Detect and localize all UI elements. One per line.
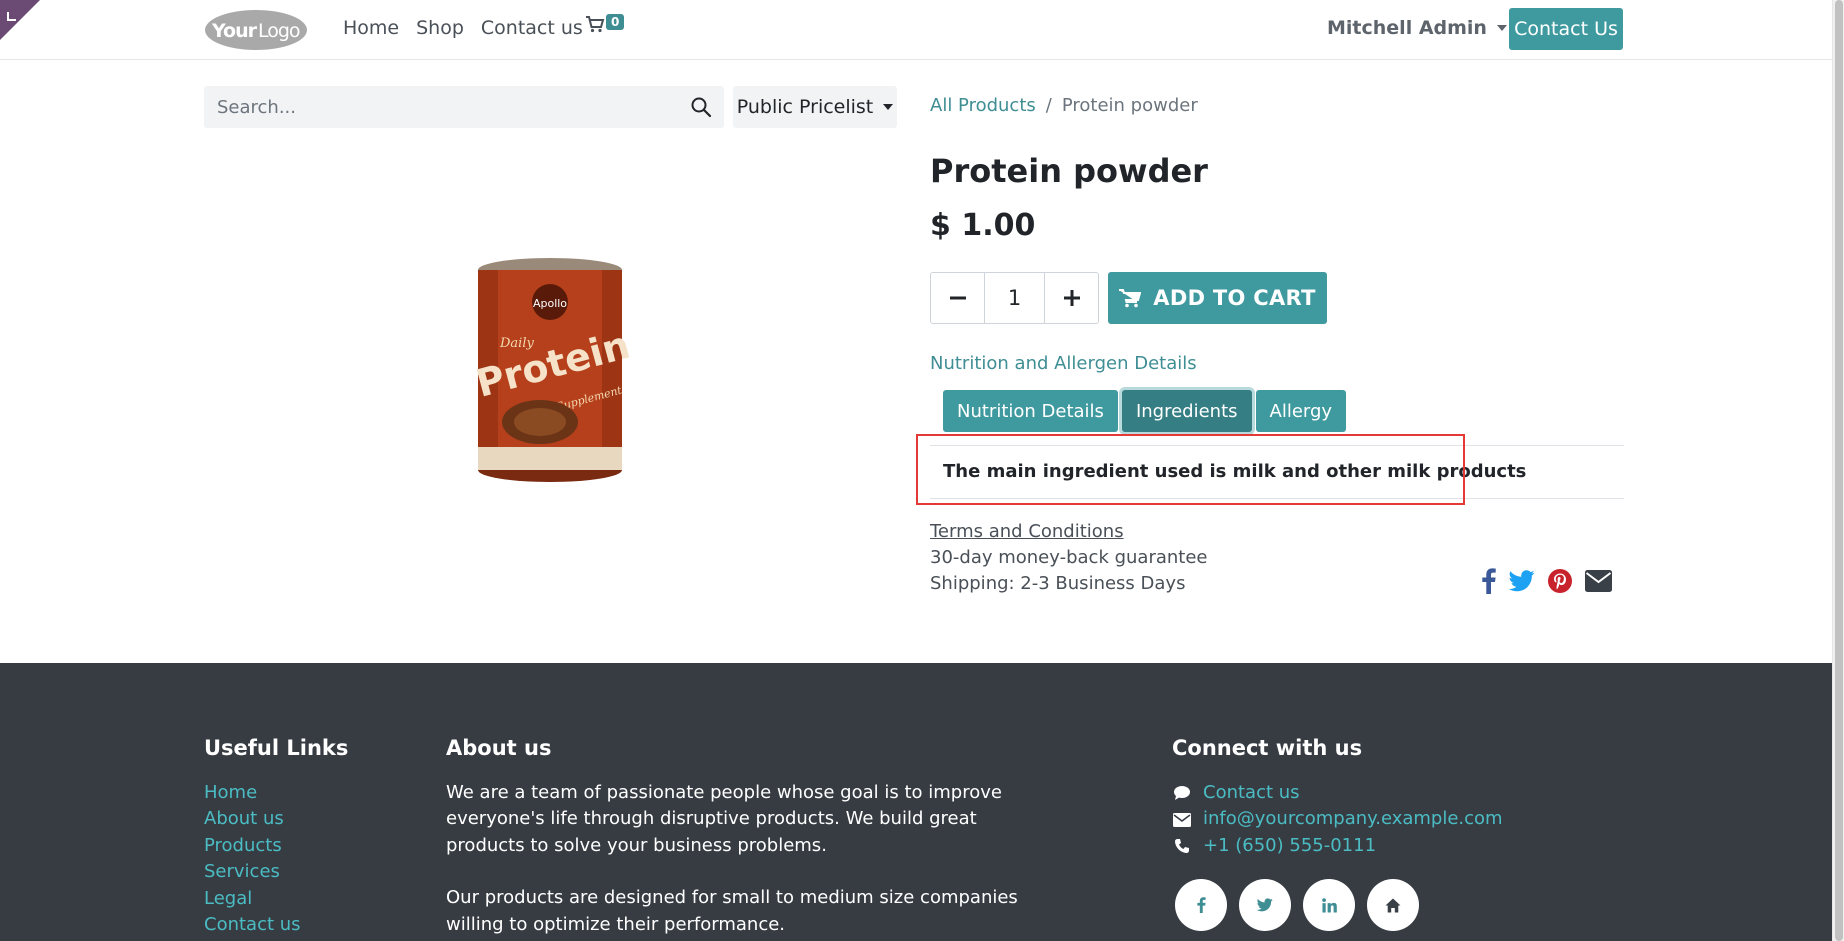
about-title: About us: [446, 736, 552, 760]
facebook-icon[interactable]: [1482, 568, 1496, 594]
your-logo[interactable]: Your Logo: [204, 9, 309, 51]
plus-icon: [1063, 290, 1080, 306]
breadcrumb-all-products[interactable]: All Products: [930, 95, 1036, 116]
footer-link-services[interactable]: Services: [204, 859, 301, 885]
linkedin-social-button[interactable]: [1303, 879, 1355, 931]
search-input[interactable]: [204, 86, 674, 128]
envelope-icon: [1172, 812, 1191, 827]
share-icons: [1482, 568, 1612, 594]
footer-link-home[interactable]: Home: [204, 780, 301, 806]
quantity-stepper: 1: [930, 272, 1099, 324]
connect-title: Connect with us: [1172, 736, 1363, 760]
breadcrumb-current: Protein powder: [1061, 95, 1198, 116]
cart-count-badge: 0: [606, 14, 625, 30]
nav-contact-us[interactable]: Contact us: [481, 17, 583, 39]
product-price: $ 1.00: [930, 208, 1036, 243]
user-name: Mitchell Admin: [1327, 17, 1487, 39]
twitter-icon[interactable]: [1509, 570, 1535, 592]
footer-link-about-us[interactable]: About us: [204, 806, 301, 832]
product-title: Protein powder: [930, 152, 1208, 190]
connect-contact-link[interactable]: Contact us: [1203, 780, 1300, 806]
about-paragraph-2: Our products are designed for small to m…: [446, 887, 1018, 935]
connect-email-link[interactable]: info@yourcompany.example.com: [1203, 806, 1503, 832]
pricelist-dropdown[interactable]: Public Pricelist: [733, 86, 897, 128]
site-footer: Useful Links Home About us Products Serv…: [0, 663, 1832, 941]
breadcrumb-separator: /: [1045, 95, 1052, 116]
terms-link[interactable]: Terms and Conditions: [930, 519, 1208, 545]
footer-link-products[interactable]: Products: [204, 833, 301, 859]
tab-ingredients[interactable]: Ingredients: [1121, 390, 1252, 432]
breadcrumb: All Products / Protein powder: [930, 95, 1198, 116]
nutrition-section-title: Nutrition and Allergen Details: [930, 353, 1197, 374]
connect-list: Contact us info@yourcompany.example.com …: [1172, 780, 1503, 859]
cart-icon: [1119, 289, 1142, 308]
twitter-social-button[interactable]: [1239, 879, 1291, 931]
pinterest-icon[interactable]: [1548, 569, 1572, 593]
cart-icon[interactable]: [585, 14, 605, 34]
connect-phone-link[interactable]: +1 (650) 555-0111: [1203, 833, 1376, 859]
envelope-icon[interactable]: [1585, 570, 1612, 592]
twitter-icon: [1257, 898, 1273, 912]
main-nav: Home Shop Contact us: [343, 17, 600, 39]
useful-links-title: Useful Links: [204, 736, 349, 760]
terms-block: Terms and Conditions 30-day money-back g…: [930, 519, 1208, 597]
shipping-text: Shipping: 2-3 Business Days: [930, 573, 1186, 594]
product-search: [204, 86, 724, 128]
home-icon: [1385, 898, 1401, 912]
linkedin-icon: [1321, 897, 1337, 913]
social-buttons: [1175, 879, 1419, 931]
site-header: Your Logo Home Shop Contact us 0 Mitchel…: [0, 0, 1832, 60]
pricelist-label: Public Pricelist: [736, 96, 874, 118]
facebook-icon: [1196, 897, 1206, 913]
guarantee-text: 30-day money-back guarantee: [930, 547, 1208, 568]
minus-icon: [949, 296, 966, 300]
svg-text:Your: Your: [211, 20, 258, 42]
useful-links-list: Home About us Products Services Legal Co…: [204, 780, 301, 938]
svg-text:Apollo: Apollo: [533, 297, 567, 310]
svg-text:Logo: Logo: [258, 20, 300, 42]
add-to-cart-label: ADD TO CART: [1153, 286, 1316, 310]
about-paragraph-1: We are a team of passionate people whose…: [446, 782, 1002, 856]
user-menu[interactable]: Mitchell Admin: [1327, 17, 1507, 39]
nav-shop[interactable]: Shop: [416, 17, 464, 39]
footer-link-legal[interactable]: Legal: [204, 886, 301, 912]
comment-icon: [1172, 785, 1191, 801]
increase-quantity-button[interactable]: [1045, 273, 1098, 323]
about-text: We are a team of passionate people whose…: [446, 780, 1026, 938]
page-scrollbar[interactable]: [1832, 0, 1844, 941]
highlight-box: [916, 434, 1465, 505]
quantity-input[interactable]: 1: [984, 273, 1045, 323]
chevron-down-icon: [883, 104, 894, 110]
nav-home[interactable]: Home: [343, 17, 399, 39]
phone-icon: [1172, 838, 1191, 854]
tab-nutrition-details[interactable]: Nutrition Details: [943, 390, 1118, 432]
facebook-social-button[interactable]: [1175, 879, 1227, 931]
details-tabs: Nutrition Details Ingredients Allergy: [943, 390, 1347, 432]
search-icon[interactable]: [690, 96, 712, 118]
footer-link-contact-us[interactable]: Contact us: [204, 912, 301, 938]
chevron-down-icon: [1496, 25, 1507, 31]
home-social-button[interactable]: [1367, 879, 1419, 931]
tab-allergy[interactable]: Allergy: [1255, 390, 1347, 432]
contact-us-button[interactable]: Contact Us: [1509, 8, 1623, 50]
scrollbar-thumb[interactable]: [1835, 0, 1843, 941]
debug-corner-ribbon[interactable]: [0, 0, 40, 40]
decrease-quantity-button[interactable]: [931, 273, 984, 323]
product-image[interactable]: Apollo Daily Protein Supplement: [470, 252, 630, 494]
add-to-cart-button[interactable]: ADD TO CART: [1108, 272, 1327, 324]
